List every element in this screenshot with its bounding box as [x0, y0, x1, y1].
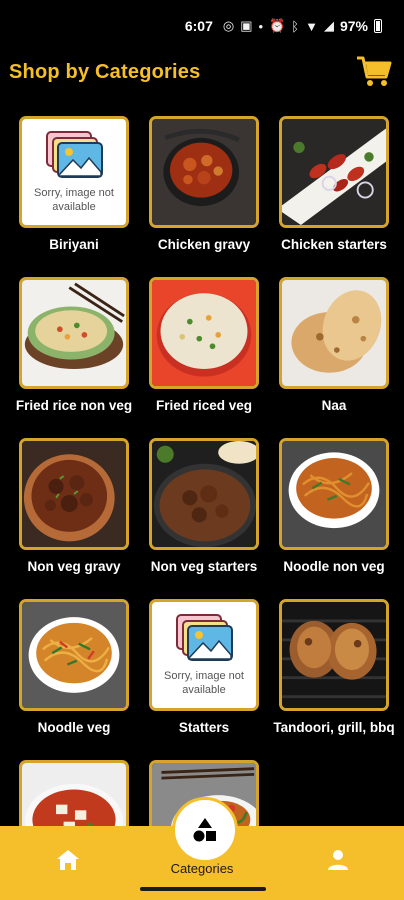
category-card[interactable]: Non veg starters — [142, 438, 266, 599]
category-label: Noodle non veg — [283, 559, 385, 574]
category-card[interactable]: Chicken starters — [272, 116, 396, 277]
category-card[interactable] — [12, 760, 136, 826]
food-photo — [22, 441, 126, 547]
category-image — [149, 277, 259, 389]
category-image — [279, 599, 389, 711]
food-photo — [152, 441, 256, 547]
category-image — [279, 277, 389, 389]
category-card[interactable]: Sorry, image not available Biriyani — [12, 116, 136, 277]
category-image — [279, 438, 389, 550]
food-photo — [152, 119, 256, 225]
category-card[interactable]: Chicken gravy — [142, 116, 266, 277]
category-card[interactable]: Noodle non veg — [272, 438, 396, 599]
food-photo — [22, 280, 126, 386]
category-card[interactable]: Non veg gravy — [12, 438, 136, 599]
signal-icon: ◢ — [323, 18, 334, 33]
category-card[interactable]: Noodle veg — [12, 599, 136, 760]
instagram-icon: ▣ — [240, 18, 253, 33]
category-card[interactable]: Sorry, image not available Statters — [142, 599, 266, 760]
category-label: Tandoori, grill, bbq — [273, 720, 395, 735]
food-photo — [282, 441, 386, 547]
bluetooth-icon: ᛒ — [291, 18, 300, 34]
category-label: Non veg gravy — [27, 559, 121, 574]
wifi-icon: ▼ — [305, 18, 318, 34]
food-photo — [152, 280, 256, 386]
battery-icon — [374, 19, 382, 33]
header: Shop by Categories — [0, 52, 404, 92]
nav-categories-button[interactable] — [172, 797, 238, 863]
category-image — [149, 438, 259, 550]
status-time: 6:07 — [184, 18, 213, 34]
category-label: Noodle veg — [37, 720, 111, 735]
cart-button[interactable] — [356, 54, 392, 90]
category-image-placeholder: Sorry, image not available — [149, 599, 259, 711]
status-bar: 6:07 ◎ ▣ • ⏰ ᛒ ▼ ◢ 97% — [0, 0, 404, 52]
gesture-bar — [140, 887, 266, 891]
category-label: Chicken gravy — [157, 237, 251, 252]
category-card[interactable]: Fried riced veg — [142, 277, 266, 438]
nav-profile-button[interactable] — [320, 842, 356, 878]
page-title: Shop by Categories — [9, 60, 201, 83]
category-image — [279, 116, 389, 228]
category-label: Statters — [178, 720, 230, 735]
category-image — [19, 760, 129, 826]
category-label: Chicken starters — [281, 237, 387, 252]
category-card[interactable]: Naa — [272, 277, 396, 438]
category-label: Biriyani — [49, 237, 99, 252]
image-unavailable-icon — [176, 614, 233, 661]
category-grid: Sorry, image not available Biriyani Chicke… — [12, 116, 396, 826]
profile-icon — [328, 850, 348, 870]
food-photo — [22, 602, 126, 708]
category-image — [149, 116, 259, 228]
category-image — [19, 599, 129, 711]
alarm-icon: ⏰ — [269, 18, 286, 33]
category-label: Non veg starters — [150, 559, 258, 574]
category-image-placeholder: Sorry, image not available — [19, 116, 129, 228]
category-image — [19, 438, 129, 550]
whatsapp-icon: ◎ — [222, 18, 235, 33]
food-photo — [22, 763, 126, 826]
category-label: Fried riced veg — [155, 398, 253, 413]
category-card[interactable]: Fried rice non veg — [12, 277, 136, 438]
categories-icon — [193, 818, 216, 842]
category-image — [19, 277, 129, 389]
food-photo — [282, 602, 386, 708]
category-card[interactable]: Tandoori, grill, bbq — [272, 599, 396, 760]
category-label: Naa — [321, 398, 347, 413]
dot-icon: • — [258, 18, 264, 34]
food-photo — [282, 119, 386, 225]
battery-percent: 97% — [339, 18, 368, 34]
image-unavailable-icon — [46, 131, 103, 178]
food-photo — [282, 280, 386, 386]
cart-icon — [357, 56, 392, 86]
category-label: Fried rice non veg — [15, 398, 133, 413]
image-unavailable-text: Sorry, image not available — [164, 670, 244, 696]
image-unavailable-text: Sorry, image not available — [34, 187, 114, 213]
